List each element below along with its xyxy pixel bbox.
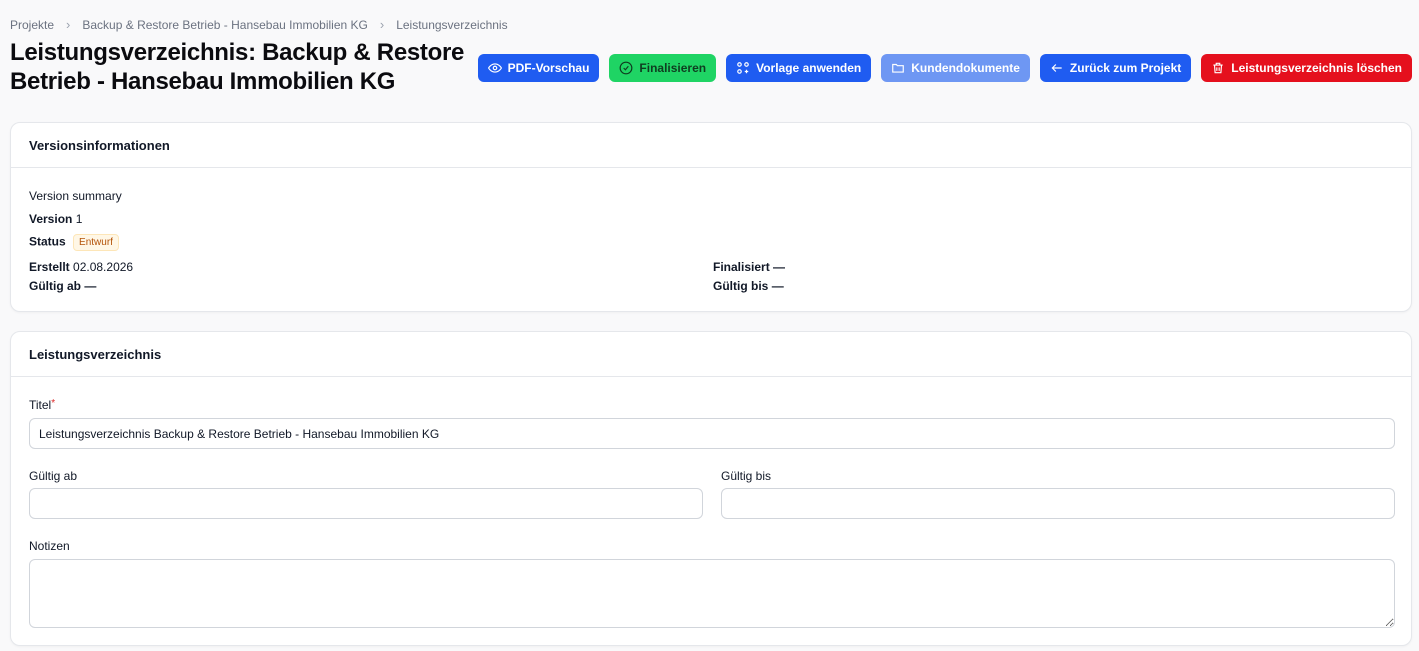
pdf-preview-button[interactable]: PDF-Vorschau xyxy=(477,54,600,82)
valid-to-row: Gültig bis — xyxy=(713,279,784,293)
finalized-value: — xyxy=(773,260,786,274)
check-circle-icon xyxy=(619,61,633,75)
breadcrumb-project[interactable]: Backup & Restore Betrieb - Hansebau Immo… xyxy=(82,18,367,32)
status-label: Status xyxy=(29,234,66,249)
back-to-project-button[interactable]: Zurück zum Projekt xyxy=(1039,54,1192,82)
breadcrumb-current: Leistungsverzeichnis xyxy=(396,17,508,32)
finalize-label: Finalisieren xyxy=(639,61,707,75)
valid-from-input[interactable] xyxy=(29,488,703,519)
valid-to-input[interactable] xyxy=(721,488,1395,519)
valid-from-row: Gültig ab — xyxy=(29,279,96,293)
eye-icon xyxy=(487,63,502,73)
created-value: 02.08.2026 xyxy=(73,260,134,274)
form-card-header: Leistungsverzeichnis xyxy=(11,332,1411,377)
customer-documents-label: Kundendokumente xyxy=(911,61,1020,75)
version-info-header: Versionsinformationen xyxy=(11,123,1411,168)
page-title: Leistungsverzeichnis: Backup & Restore B… xyxy=(10,39,465,95)
chevron-right-icon: › xyxy=(379,17,385,32)
required-mark: * xyxy=(51,398,56,409)
breadcrumb-projects[interactable]: Projekte xyxy=(10,18,54,32)
breadcrumb: Projekte › Backup & Restore Betrieb - Ha… xyxy=(10,17,508,32)
version-row: Version 1 xyxy=(29,212,82,226)
apply-template-button[interactable]: Vorlage anwenden xyxy=(726,54,872,82)
version-summary: Version summary xyxy=(29,189,122,203)
title-label-text: Titel xyxy=(29,398,52,412)
status-badge: Entwurf xyxy=(73,234,119,251)
version-value: 1 xyxy=(75,212,83,226)
form-card: Leistungsverzeichnis Titel* Gültig ab Gü… xyxy=(10,331,1412,646)
finalized-row: Finalisiert — xyxy=(713,260,785,274)
chevron-right-icon: › xyxy=(66,17,71,32)
notes-field-label: Notizen xyxy=(29,539,70,553)
version-info-card: Versionsinformationen Version summary Ve… xyxy=(10,122,1412,312)
action-toolbar: PDF-Vorschau Finalisieren Vorlage anwend… xyxy=(477,54,1412,82)
arrow-left-icon xyxy=(1051,64,1062,72)
created-row: Erstellt 02.08.2026 xyxy=(29,260,133,274)
finalize-button[interactable]: Finalisieren xyxy=(609,54,717,82)
valid-from-label: Gültig ab xyxy=(29,279,81,293)
folder-icon xyxy=(892,63,905,73)
valid-to-label: Gültig bis xyxy=(713,279,769,293)
status-row: Status Entwurf xyxy=(29,234,119,251)
template-icon xyxy=(737,62,749,74)
version-label: Version xyxy=(29,212,73,226)
created-label: Erstellt xyxy=(29,260,70,274)
valid-from-field-label: Gültig ab xyxy=(29,469,78,483)
trash-icon xyxy=(1213,62,1223,74)
back-to-project-label: Zurück zum Projekt xyxy=(1069,61,1182,75)
customer-documents-button[interactable]: Kundendokumente xyxy=(881,54,1030,82)
finalized-label: Finalisiert xyxy=(713,260,770,274)
valid-to-value: — xyxy=(771,279,784,293)
pdf-preview-label: PDF-Vorschau xyxy=(507,61,590,75)
title-input[interactable] xyxy=(29,418,1395,449)
notes-textarea[interactable] xyxy=(29,559,1395,628)
title-field-label: Titel* xyxy=(29,398,55,412)
valid-to-field-label: Gültig bis xyxy=(721,469,772,483)
apply-template-label: Vorlage anwenden xyxy=(756,61,862,75)
delete-button[interactable]: Leistungsverzeichnis löschen xyxy=(1201,54,1412,82)
valid-from-value: — xyxy=(84,279,97,293)
delete-label: Leistungsverzeichnis löschen xyxy=(1231,61,1402,75)
